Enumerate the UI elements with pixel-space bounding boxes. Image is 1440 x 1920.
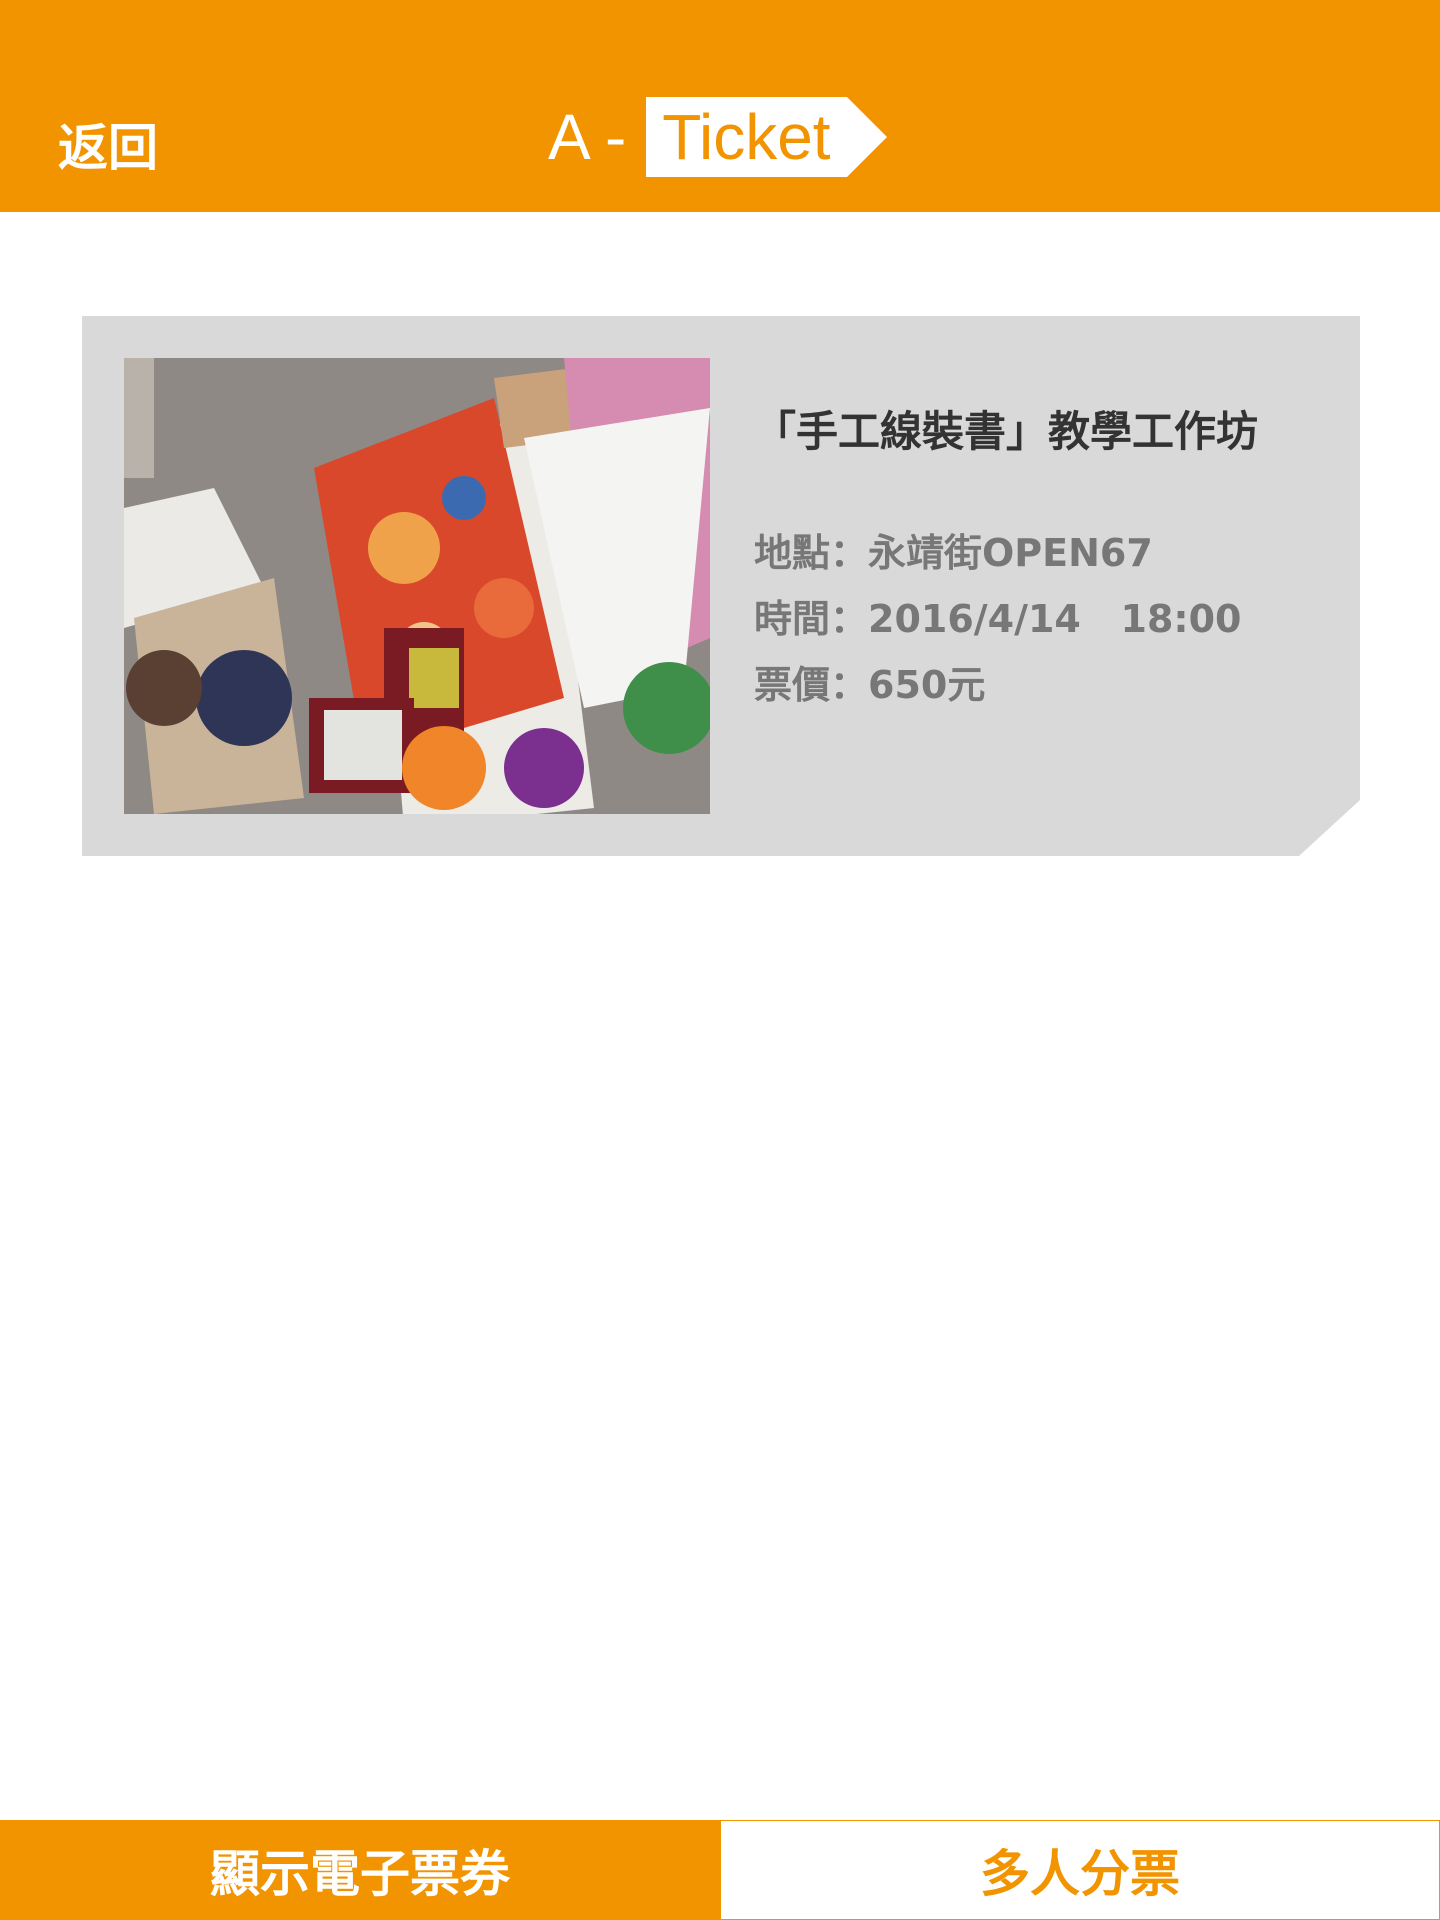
arrow-right-icon: [838, 97, 887, 177]
event-title: 「手工線裝書」教學工作坊: [754, 407, 1259, 456]
app-logo: A - Ticket: [548, 97, 887, 177]
app-header: 返回 A - Ticket: [0, 0, 1440, 212]
split-ticket-button[interactable]: 多人分票: [720, 1820, 1440, 1920]
logo-ticket-tag: Ticket: [646, 97, 887, 177]
logo-prefix: A -: [548, 101, 627, 173]
logo-ticket-text: Ticket: [662, 101, 831, 173]
back-button[interactable]: 返回: [58, 108, 158, 180]
event-location: 地點：永靖街OPEN67: [754, 531, 1153, 575]
show-e-ticket-button[interactable]: 顯示電子票券: [0, 1820, 720, 1920]
event-photo: [124, 358, 710, 814]
event-price: 票價：650元: [754, 663, 986, 707]
event-time: 時間：2016/4/14 18:00: [754, 597, 1242, 641]
event-ticket-card[interactable]: 「手工線裝書」教學工作坊 地點：永靖街OPEN67 時間：2016/4/14 1…: [82, 316, 1360, 856]
bottom-action-bar: 顯示電子票券 多人分票: [0, 1820, 1440, 1920]
